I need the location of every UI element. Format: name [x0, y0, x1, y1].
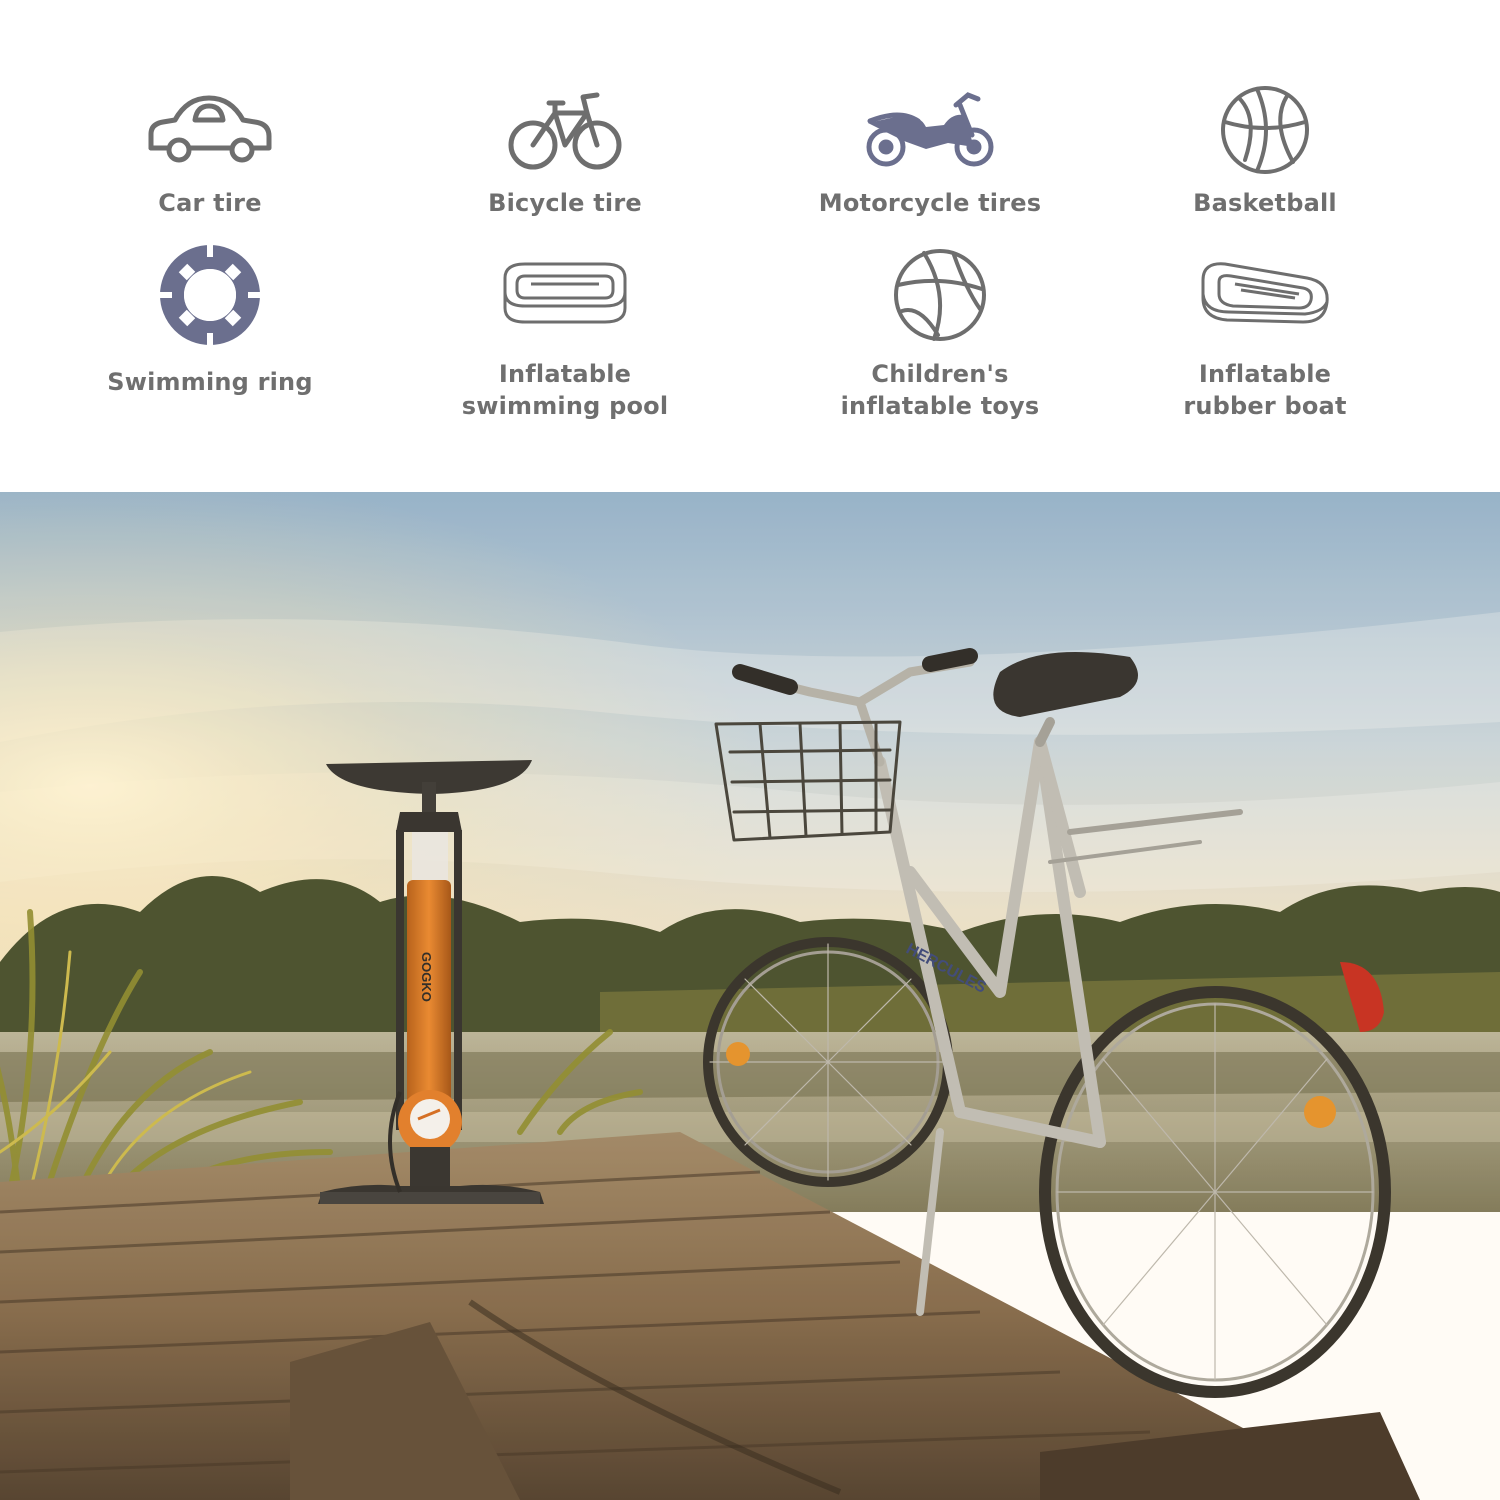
basketball-icon: [1105, 75, 1425, 185]
usage-item-inflatable-pool: Inflatable swimming pool: [405, 250, 725, 450]
usage-label: Basketball: [1193, 189, 1337, 217]
car-icon: [50, 75, 370, 185]
usage-label: Motorcycle tires: [818, 189, 1042, 217]
usage-label: Inflatable rubber boat: [1183, 360, 1347, 420]
usage-label: Swimming ring: [107, 368, 313, 396]
usage-item-swimming-ring: Swimming ring: [50, 245, 370, 450]
rubber-boat-icon: [1105, 240, 1425, 350]
usage-label: Car tire: [158, 189, 262, 217]
motorcycle-icon: [770, 75, 1090, 185]
usage-section: Car tire Bicycle tire Motorcycle tires B…: [0, 0, 1500, 492]
product-scene-photo: GOGKO HERCULES: [0, 492, 1500, 1500]
usage-label: Bicycle tire: [488, 189, 642, 217]
usage-label: Inflatable swimming pool: [461, 360, 669, 420]
beach-ball-icon: [780, 240, 1100, 350]
usage-item-inflatable-rubber-boat: Inflatable rubber boat: [1105, 250, 1425, 450]
bicycle-icon: [405, 75, 725, 185]
usage-item-childrens-inflatable-toys: Children's inflatable toys: [780, 249, 1100, 450]
swimming-ring-icon: [50, 240, 370, 350]
usage-label: Children's inflatable toys: [840, 360, 1040, 420]
inflatable-pool-icon: [405, 240, 725, 350]
